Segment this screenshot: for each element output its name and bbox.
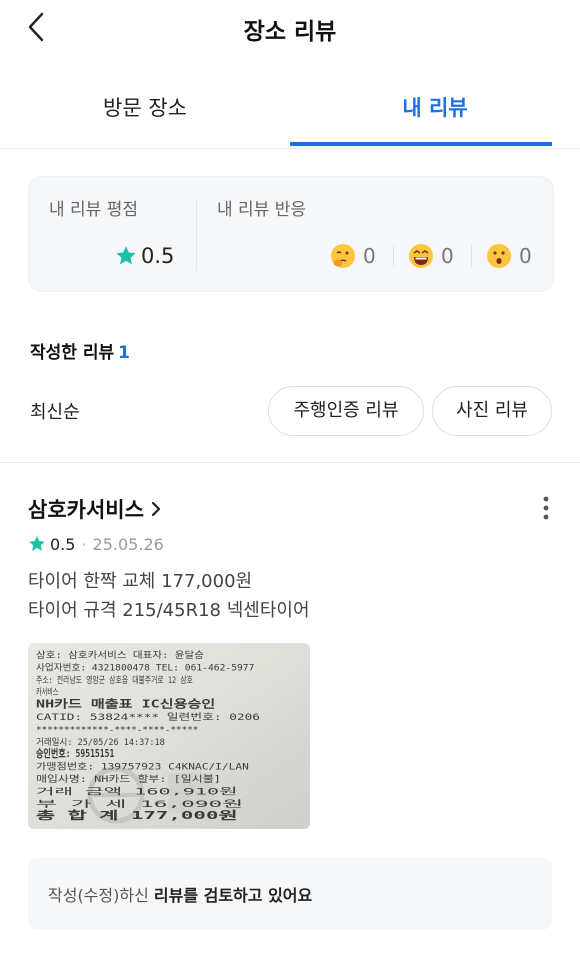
reaction-hmm: 0 <box>329 241 376 271</box>
filter-photo-review[interactable]: 사진 리뷰 <box>432 386 552 436</box>
receipt-line: 가맹점번호: 139757923 C4KNAC/I/LAN <box>36 761 249 773</box>
reaction-count: 0 <box>519 244 532 268</box>
reaction-surprised: 0 <box>485 241 532 271</box>
receipt-line: 매입사명: NH카드 할부: [일시불] <box>36 773 221 785</box>
rating-value: 0.5 <box>141 244 175 268</box>
receipt-line: *************-****-****-***** <box>36 724 198 735</box>
review-text-line: 타이어 한짝 교체 177,000원 <box>28 571 253 592</box>
page-title: 장소 리뷰 <box>243 19 337 45</box>
written-reviews-heading: 작성한 리뷰 1 <box>30 338 130 363</box>
written-reviews-count: 1 <box>118 343 130 363</box>
review-status-bold: 리뷰를 검토하고 있어요 <box>153 886 313 905</box>
rating-label: 내 리뷰 평점 <box>49 200 139 220</box>
place-name-link[interactable]: 삼호카서비스 <box>28 494 162 524</box>
reaction-count: 0 <box>363 244 376 268</box>
sort-dropdown[interactable]: 최신순 <box>30 398 80 424</box>
receipt-line: 부 가 세 16,090원 <box>36 799 243 810</box>
active-tab-indicator <box>290 142 552 146</box>
written-reviews-label: 작성한 리뷰 <box>30 343 115 363</box>
receipt-line: NH카드 매출표 IC신용승인 <box>36 697 215 711</box>
receipt-line: 상호: 삼호카서비스 대표자: 윤달승 <box>36 649 204 661</box>
top-bar: 장소 리뷰 <box>0 0 580 60</box>
card-divider <box>196 199 197 271</box>
reaction-laugh: 0 <box>407 241 454 271</box>
receipt-line: 사업자번호: 4321800478 TEL: 061-462-5977 <box>36 661 254 673</box>
rating-summary: 0.5 <box>115 241 174 271</box>
reaction-divider <box>393 245 394 267</box>
review-text-line: 타이어 규격 215/45R18 넥센타이어 <box>28 600 310 621</box>
review-status-text: 작성(수정)하신 리뷰를 검토하고 있어요 <box>48 886 313 905</box>
receipt-line: 거래일시: 25/05/26 14:37:18 <box>36 737 165 748</box>
reactions-label: 내 리뷰 반응 <box>217 200 307 220</box>
laugh-emoji-icon <box>409 244 433 268</box>
star-icon <box>29 536 45 551</box>
receipt-image: 상호: 삼호카서비스 대표자: 윤달승사업자번호: 4321800478 TEL… <box>28 643 310 829</box>
receipt-line: CATID: 53824**** 일련번호: 0206 <box>36 712 260 723</box>
place-name: 삼호카서비스 <box>28 498 144 522</box>
tab-my-reviews[interactable]: 내 리뷰 <box>290 72 580 148</box>
review-rating: 0.5 <box>50 534 76 554</box>
star-icon <box>116 246 136 265</box>
section-divider <box>0 462 580 463</box>
reaction-divider <box>471 245 472 267</box>
review-summary-card: 내 리뷰 평점 0.5 내 리뷰 반응 0 0 0 <box>28 176 554 292</box>
tab-visited-places[interactable]: 방문 장소 <box>0 72 290 148</box>
chevron-right-icon <box>151 501 161 517</box>
review-status-banner: 작성(수정)하신 리뷰를 검토하고 있어요 <box>28 858 552 930</box>
review-date: 25.05.26 <box>92 534 164 554</box>
tab-bar: 방문 장소 내 리뷰 <box>0 72 580 149</box>
hmm-emoji-icon <box>331 244 355 268</box>
receipt-line: 카서비스 <box>36 687 58 698</box>
receipt-line: 승인번호: 59515151 <box>36 746 115 760</box>
receipt-line: 주소: 전라남도 영암군 삼호읍 대불주거로 12 삼호 <box>36 674 193 686</box>
receipt-line: 총 합 계 177,000원 <box>36 808 238 822</box>
filter-driving-verified[interactable]: 주행인증 리뷰 <box>268 386 424 436</box>
reaction-count: 0 <box>441 244 454 268</box>
review-meta: 0.5 · 25.05.26 <box>28 532 164 556</box>
receipt-photo[interactable]: 상호: 삼호카서비스 대표자: 윤달승 사업자번호: 4321800478 TEL… <box>28 643 310 829</box>
meta-separator: · <box>81 534 87 554</box>
more-options-icon[interactable] <box>535 494 557 524</box>
surprised-emoji-icon <box>487 244 511 268</box>
receipt-line: 거래 금액 160,910원 <box>36 785 238 797</box>
